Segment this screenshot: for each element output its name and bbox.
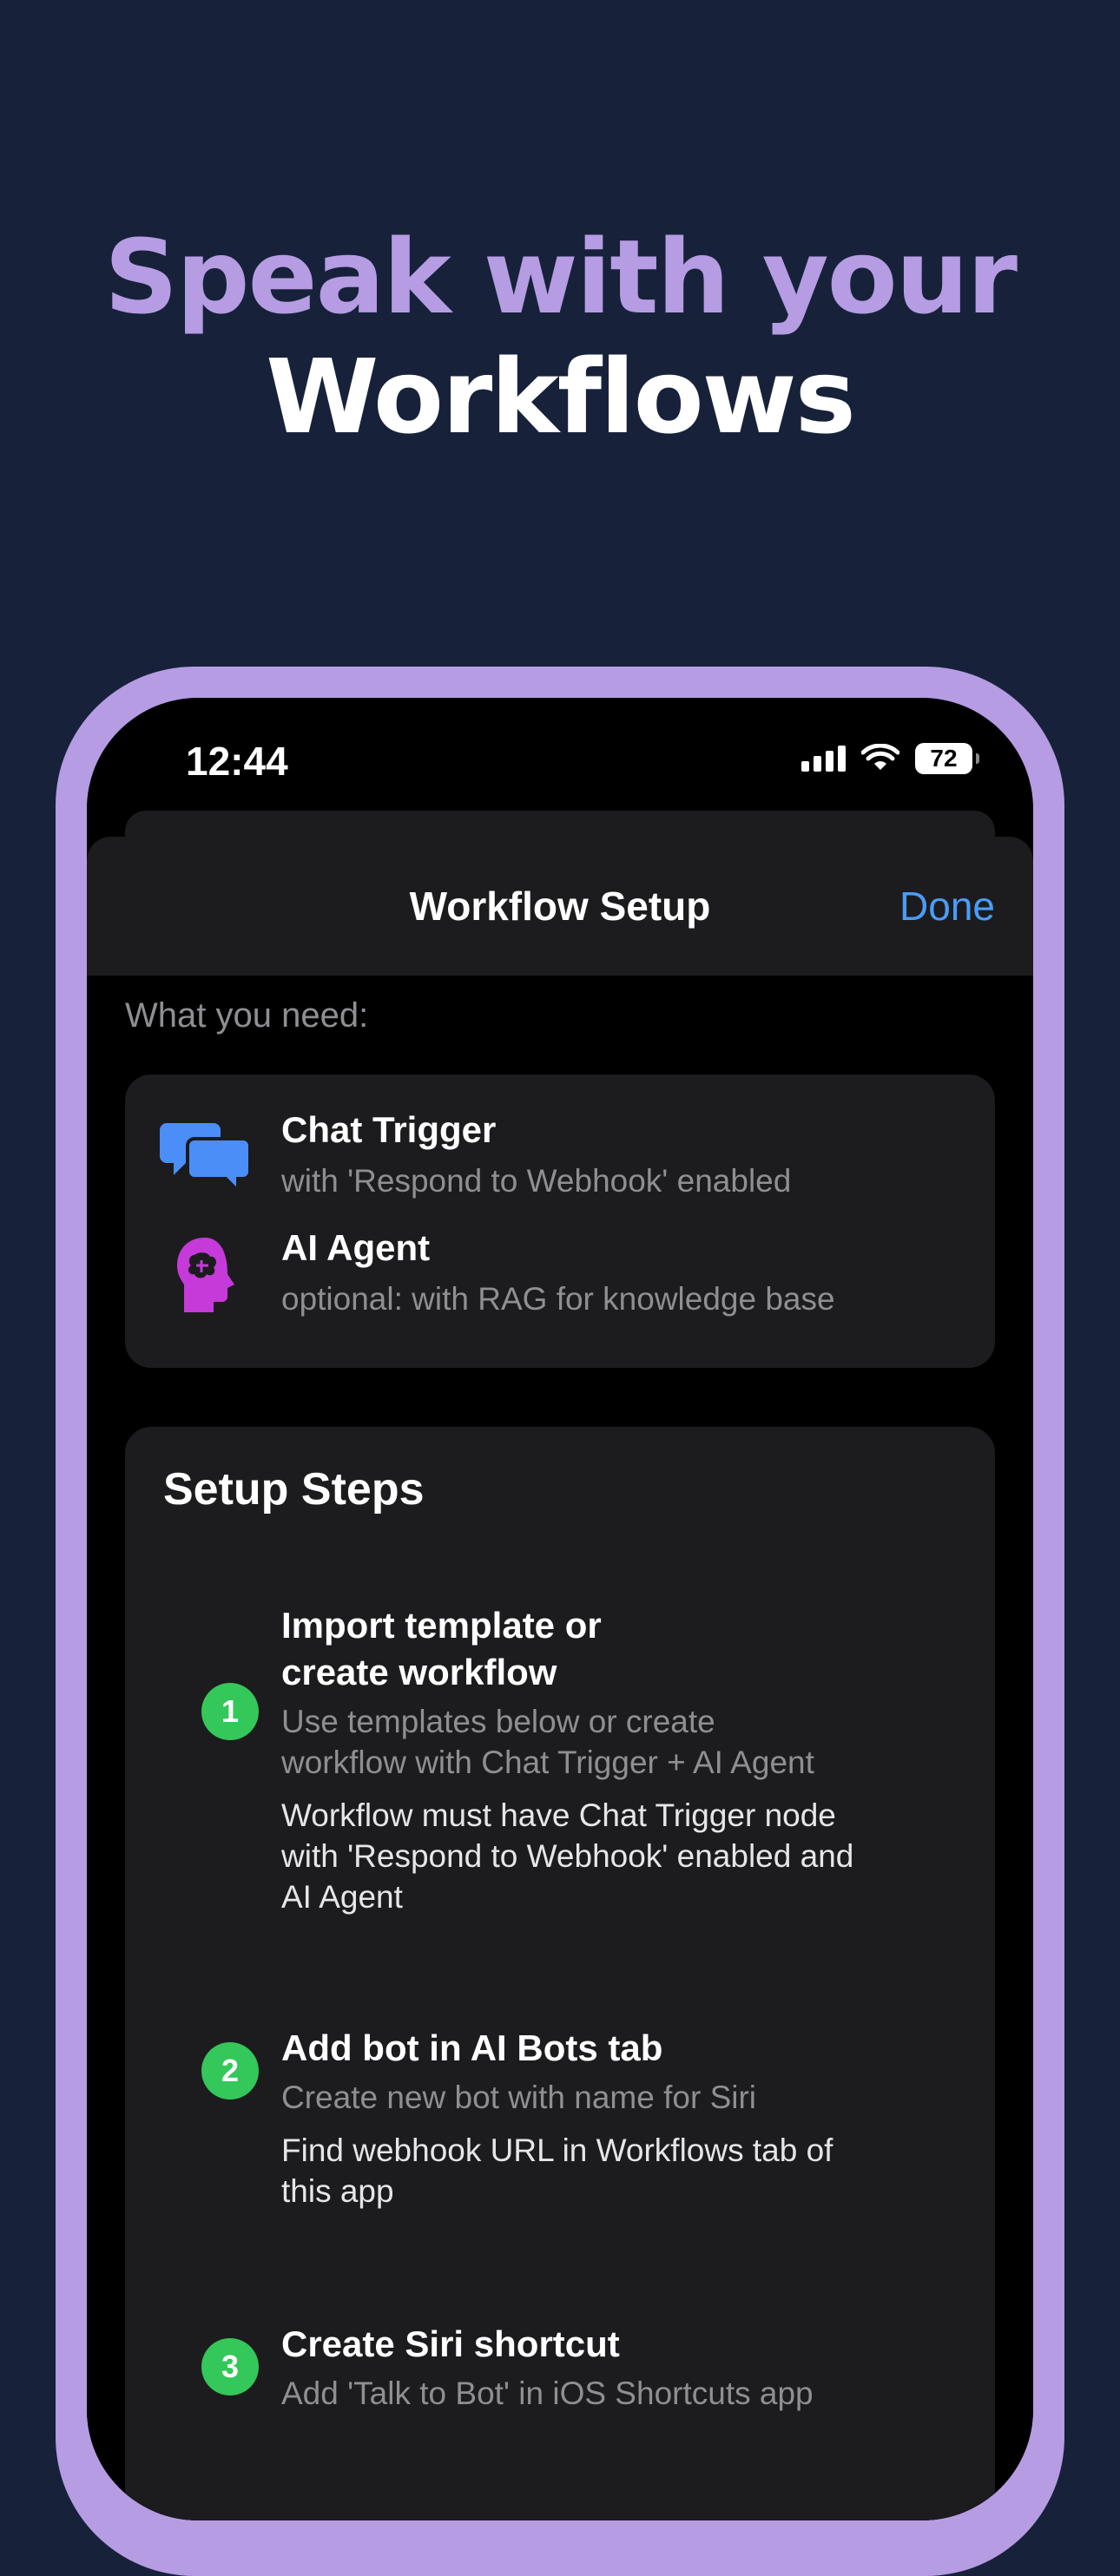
step-title: Create Siri shortcut bbox=[281, 2323, 620, 2364]
battery-icon: 72 bbox=[915, 743, 979, 774]
chat-bubbles-icon bbox=[160, 1123, 250, 1195]
step-note: Find webhook URL in Workflows tab of thi… bbox=[281, 2132, 833, 2209]
step-number-badge: 3 bbox=[201, 2338, 259, 2395]
phone-screen: 12:44 72 Workflow Setup Done What you ne… bbox=[87, 698, 1033, 2520]
requirement-subtitle: optional: with RAG for knowledge base bbox=[281, 1281, 835, 1317]
step-number-badge: 1 bbox=[201, 1683, 259, 1740]
step-note: Workflow must have Chat Trigger node wit… bbox=[281, 1797, 854, 1915]
headline: Speak with your Workflows bbox=[0, 217, 1120, 457]
status-icons: 72 bbox=[801, 743, 979, 774]
brain-head-icon bbox=[177, 1238, 234, 1312]
step-number-badge: 2 bbox=[201, 2042, 259, 2100]
setup-steps-card: Setup Steps 1 Import template or create … bbox=[125, 1427, 995, 2520]
wifi-icon bbox=[861, 744, 899, 770]
step-text: Import template or create workflow Use t… bbox=[281, 1602, 941, 1917]
headline-line-1: Speak with your bbox=[104, 217, 1018, 337]
step-subtitle: Create new bot with name for Siri bbox=[281, 2080, 757, 2115]
requirements-card: Chat Trigger with 'Respond to Webhook' e… bbox=[125, 1074, 995, 1368]
requirements-header: What you need: bbox=[125, 996, 369, 1035]
workflow-setup-sheet: Workflow Setup Done What you need: Chat … bbox=[87, 837, 1033, 2520]
nav-title: Workflow Setup bbox=[409, 884, 711, 929]
requirement-title: Chat Trigger bbox=[281, 1109, 497, 1150]
step-title: Import template or create workflow bbox=[281, 1605, 602, 1692]
requirement-subtitle: with 'Respond to Webhook' enabled bbox=[281, 1163, 792, 1199]
step-text: Create Siri shortcut Add 'Talk to Bot' i… bbox=[281, 2321, 941, 2414]
step-text: Add bot in AI Bots tab Create new bot wi… bbox=[281, 2025, 941, 2211]
requirement-title: AI Agent bbox=[281, 1227, 431, 1268]
step-subtitle: Use templates below or create workflow w… bbox=[281, 1704, 814, 1780]
done-button[interactable]: Done bbox=[899, 837, 995, 976]
status-bar: 12:44 72 bbox=[87, 698, 1033, 811]
step-subtitle: Add 'Talk to Bot' in iOS Shortcuts app bbox=[281, 2376, 814, 2411]
setup-steps-title: Setup Steps bbox=[163, 1464, 425, 1515]
cellular-signal-icon bbox=[801, 746, 846, 772]
step-title: Add bot in AI Bots tab bbox=[281, 2027, 663, 2068]
headline-line-2: Workflows bbox=[266, 337, 856, 457]
nav-bar: Workflow Setup Done bbox=[87, 837, 1033, 976]
status-time: 12:44 bbox=[186, 739, 288, 784]
